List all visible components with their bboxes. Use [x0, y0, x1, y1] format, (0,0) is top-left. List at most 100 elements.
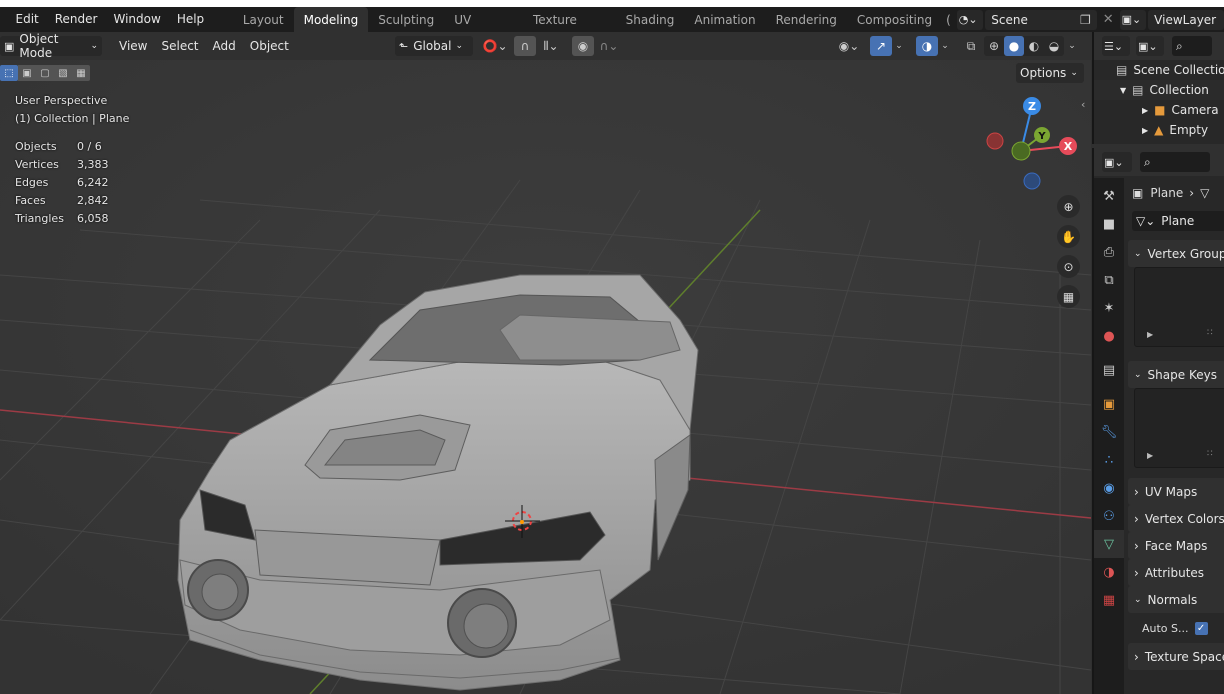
tab-render[interactable]: ■ [1094, 210, 1124, 238]
tab-texture-paint[interactable]: Texture Paint [523, 7, 616, 54]
pan-button[interactable]: ✋ [1057, 225, 1080, 248]
tab-data[interactable]: ▽ [1094, 530, 1124, 558]
panel-texture-space[interactable]: › Texture Space [1128, 643, 1224, 670]
editor-type-dropdown[interactable]: ☰⌄ [1102, 36, 1130, 56]
gizmo-toggle[interactable]: ↗ [870, 36, 892, 56]
tab-modeling[interactable]: Modeling [293, 7, 369, 32]
outliner-item-empty[interactable]: ▶ ▲ Empty [1094, 120, 1224, 140]
tab-layout[interactable]: Layout [233, 7, 294, 32]
auto-smooth-checkbox[interactable]: ✓ [1194, 621, 1208, 635]
tab-texture[interactable]: ▦ [1094, 586, 1124, 614]
panel-normals[interactable]: ⌄ Normals [1128, 586, 1224, 613]
shape-keys-list[interactable]: ▶ ∷ [1134, 388, 1224, 468]
display-mode-dropdown[interactable]: ▣⌄ [1136, 36, 1164, 56]
menu-edit[interactable]: Edit [8, 7, 47, 32]
visibility-dropdown[interactable]: ◉⌄ [834, 36, 864, 56]
tab-view-layer[interactable]: ⧉ [1094, 266, 1124, 294]
view-context-label: (1) Collection | Plane [15, 112, 130, 125]
vertex-groups-list[interactable]: ▶ ∷ [1134, 267, 1224, 347]
shading-options-dropdown[interactable]: ⌄ [1064, 36, 1080, 56]
overlays-toggle[interactable]: ◑ [916, 36, 938, 56]
3d-viewport[interactable]: User Perspective (1) Collection | Plane … [0, 60, 1091, 694]
navigation-gizmo[interactable]: Z Y X [980, 92, 1080, 192]
view-layer-field[interactable]: ViewLayer [1148, 9, 1224, 30]
sidebar-toggle-icon[interactable]: ‹ [1081, 98, 1085, 111]
material-shading-button[interactable]: ◐ [1024, 36, 1044, 56]
xray-toggle[interactable]: ⧉ [960, 36, 982, 56]
tab-shading[interactable]: Shading [616, 7, 685, 32]
tab-constraints[interactable]: ⚇ [1094, 502, 1124, 530]
remove-scene-icon[interactable]: ✕ [1103, 12, 1114, 27]
tab-material[interactable]: ◑ [1094, 558, 1124, 586]
tab-object[interactable]: ▣ [1094, 390, 1124, 418]
proportional-edit-button[interactable]: ◉ [572, 36, 594, 56]
mesh-data-field[interactable]: ▽⌄ Plane [1132, 211, 1224, 231]
tab-physics[interactable]: ◉ [1094, 474, 1124, 502]
zoom-button[interactable]: ⊕ [1057, 195, 1080, 218]
rendered-shading-button[interactable]: ◒ [1044, 36, 1064, 56]
tab-scene[interactable]: ✶ [1094, 294, 1124, 322]
resize-grip-icon[interactable]: ∷ [1207, 328, 1213, 338]
viewport-scene[interactable] [0, 60, 1091, 694]
resize-grip-icon[interactable]: ∷ [1207, 449, 1213, 459]
tab-collection[interactable]: ▤ [1094, 356, 1124, 384]
tab-overflow[interactable]: ( [942, 7, 955, 32]
panel-face-maps[interactable]: › Face Maps [1128, 532, 1224, 559]
mode-dropdown[interactable]: ▣ Object Mode ⌄ [0, 32, 102, 60]
options-dropdown[interactable]: Options ⌄ [1016, 63, 1084, 83]
outliner-collection[interactable]: ▼ ▤ Collection [1094, 80, 1224, 100]
outliner-search-field[interactable]: ⌕ [1172, 36, 1212, 56]
select-new-button[interactable]: ⬚ [0, 65, 18, 81]
perspective-toggle-button[interactable]: ▦ [1057, 285, 1080, 308]
overlays-dropdown[interactable]: ⌄ [938, 36, 952, 56]
tab-particles[interactable]: ∴ [1094, 446, 1124, 474]
outliner-scene-collection[interactable]: ▤ Scene Collection [1094, 60, 1224, 80]
copy-scene-icon[interactable]: ❐ [1080, 13, 1091, 27]
select-subtract-button[interactable]: ▢ [36, 65, 54, 81]
solid-shading-button[interactable]: ● [1004, 36, 1024, 56]
tab-output[interactable]: ⎙ [1094, 238, 1124, 266]
gizmo-dropdown[interactable]: ⌄ [892, 36, 906, 56]
menu-window[interactable]: Window [105, 7, 168, 32]
snap-target-button[interactable]: ⫴⌄ [536, 36, 566, 56]
menu-add[interactable]: Add [206, 39, 243, 53]
tab-world[interactable]: ● [1094, 322, 1124, 350]
tab-compositing[interactable]: Compositing [847, 7, 942, 32]
properties-search-field[interactable]: ⌕ [1140, 152, 1210, 172]
tab-uv-editing[interactable]: UV Editing [444, 7, 523, 54]
panel-shape-keys[interactable]: ⌄ Shape Keys [1128, 361, 1224, 388]
tab-rendering[interactable]: Rendering [766, 7, 847, 32]
select-intersect-button[interactable]: ▦ [72, 65, 90, 81]
expand-arrow-icon[interactable]: ▶ [1147, 451, 1153, 460]
select-extend-button[interactable]: ▣ [18, 65, 36, 81]
scene-browse-button[interactable]: ◔⌄ [956, 9, 984, 30]
snap-toggle-button[interactable]: ∩ [514, 36, 536, 56]
select-invert-button[interactable]: ▧ [54, 65, 72, 81]
transform-orientation-dropdown[interactable]: ⬑ Global ⌄ [395, 36, 473, 56]
panel-vertex-colors[interactable]: › Vertex Colors [1128, 505, 1224, 532]
orientation-icon: ⬑ [399, 39, 409, 53]
tab-animation[interactable]: Animation [684, 7, 765, 32]
outliner-item-camera[interactable]: ▶ ■ Camera [1094, 100, 1224, 120]
view-layer-browse-button[interactable]: ▣⌄ [1119, 9, 1147, 30]
view-layer-icon: ▣⌄ [1138, 39, 1158, 53]
tab-tool[interactable]: ⚒ [1094, 182, 1124, 210]
z-axis-label: Z [1028, 100, 1036, 113]
menu-select[interactable]: Select [154, 39, 205, 53]
expand-arrow-icon[interactable]: ▶ [1147, 330, 1153, 339]
menu-view[interactable]: View [112, 39, 154, 53]
panel-vertex-groups[interactable]: ⌄Vertex Groups [1128, 240, 1224, 267]
falloff-button[interactable]: ∩⌄ [594, 36, 624, 56]
tab-sculpting[interactable]: Sculpting [368, 7, 444, 32]
panel-attributes[interactable]: › Attributes [1128, 559, 1224, 586]
menu-render[interactable]: Render [47, 7, 106, 32]
menu-help[interactable]: Help [169, 7, 212, 32]
wireframe-shading-button[interactable]: ⊕ [984, 36, 1004, 56]
editor-type-dropdown[interactable]: ▣⌄ [1102, 152, 1132, 172]
tab-modifiers[interactable]: 🔧︎ [1094, 418, 1124, 446]
pivot-point-button[interactable]: ⭕⌄ [480, 36, 510, 56]
panel-uv-maps[interactable]: › UV Maps [1128, 478, 1224, 505]
camera-view-button[interactable]: ⊙ [1057, 255, 1080, 278]
scene-name-field[interactable]: Scene ❐ [985, 9, 1097, 30]
menu-object[interactable]: Object [243, 39, 296, 53]
